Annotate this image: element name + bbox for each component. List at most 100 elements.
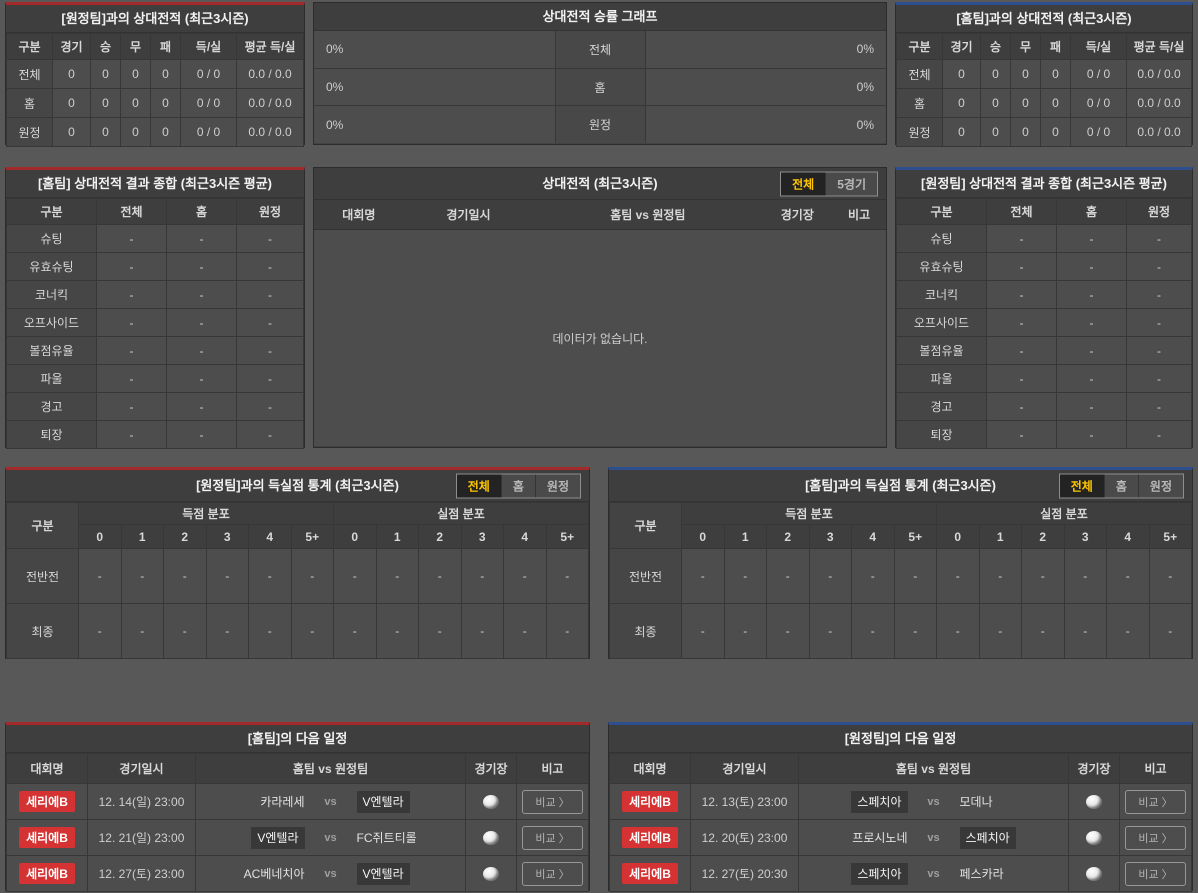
- score-column-header: 4: [851, 524, 895, 549]
- league-cell: 세리에B: [609, 855, 691, 892]
- stat-cell: -: [166, 308, 237, 337]
- match-datetime: 12. 27(토) 20:30: [690, 855, 799, 892]
- stat-cell: 0.0 / 0.0: [236, 117, 304, 147]
- column-header: 승: [980, 33, 1011, 60]
- vs-label: vs: [324, 867, 337, 880]
- panel-title: [원정팀] 상대전적 결과 종합 (최근3시즌 평균): [896, 170, 1192, 198]
- next-schedule-table: 대회명 경기일시 홈팀 vs 원정팀 경기장 비고 세리에B 12. 14(일) 23:00…: [6, 753, 589, 892]
- table-row: 경고 - - -: [6, 392, 304, 421]
- panel-title: [홈팀]과의 득실점 통계 (최근3시즌) 전체 홈 원정: [609, 470, 1192, 502]
- matchup-cell: 스페치아 vs 모데나: [798, 783, 1069, 820]
- goal-stats-filter-tabs: 전체 홈 원정: [455, 473, 581, 498]
- tab-all[interactable]: 전체: [456, 474, 501, 497]
- match-datetime: 12. 20(토) 23:00: [690, 819, 799, 856]
- home-winrate-bar-area: 0%: [314, 68, 556, 106]
- tab-all[interactable]: 전체: [1059, 474, 1104, 497]
- matchup-cell: 프로시노네 vs 스페치아: [798, 819, 1069, 856]
- stat-cell: 0: [1040, 59, 1071, 89]
- column-header: 비고: [516, 753, 589, 784]
- stat-cell: -: [96, 336, 167, 365]
- vs-label: vs: [927, 831, 940, 844]
- tab-home[interactable]: 홈: [500, 474, 535, 497]
- winrate-row: 0% 홈 0%: [314, 68, 886, 107]
- stat-cell: -: [986, 224, 1057, 253]
- stat-cell: -: [460, 548, 504, 604]
- stat-cell: 0: [150, 88, 181, 118]
- home-team-label: 프로시노네: [852, 831, 908, 845]
- stat-cell: -: [986, 252, 1057, 281]
- stat-cell: -: [78, 548, 122, 604]
- table-row: 전체 0 0 0 0 0 / 0 0.0 / 0.0: [896, 59, 1192, 89]
- column-header: 대회명: [609, 753, 691, 784]
- stat-cell: -: [545, 603, 589, 659]
- compare-button[interactable]: 비교 〉: [522, 861, 583, 886]
- stat-cell: -: [545, 548, 589, 604]
- stat-cell: -: [936, 603, 980, 659]
- stat-cell: -: [1148, 548, 1192, 604]
- stat-cell: 0: [52, 117, 91, 147]
- column-header: 경기일시: [87, 753, 196, 784]
- row-label: 경고: [896, 392, 987, 421]
- stat-cell: -: [236, 224, 304, 253]
- stat-cell: -: [166, 364, 237, 393]
- column-header: 홈팀 vs 원정팀: [798, 753, 1069, 784]
- stat-cell: 0.0 / 0.0: [1126, 88, 1192, 118]
- stat-cell: 0 / 0: [1070, 88, 1127, 118]
- table-row: 원정 0 0 0 0 0 / 0 0.0 / 0.0: [6, 117, 304, 147]
- compare-button[interactable]: 비교 〉: [522, 825, 583, 850]
- stat-cell: -: [120, 603, 164, 659]
- schedule-row: 세리에B 12. 13(토) 23:00 스페치아 vs 모데나 비교 〉: [609, 783, 1192, 820]
- table-row: 홈00000 / 0 0.0 / 0.0: [6, 88, 304, 118]
- home-team-name: 스페치아: [800, 863, 908, 885]
- empty-state-message: 데이터가 없습니다.: [314, 230, 886, 446]
- next-schedule-table: 대회명 경기일시 홈팀 vs 원정팀 경기장 비고 세리에B 12. 13(토) 23:00…: [609, 753, 1192, 892]
- row-label: 파울: [6, 364, 97, 393]
- stat-cell: -: [986, 420, 1057, 449]
- stat-cell: -: [166, 420, 237, 449]
- stat-cell: 0: [52, 88, 91, 118]
- matchup-line: AC베네치아 vs V엔텔라: [197, 863, 465, 885]
- league-badge: 세리에B: [622, 827, 678, 848]
- stat-cell: -: [1126, 364, 1192, 393]
- stat-cell: -: [978, 603, 1022, 659]
- column-header: 전체: [986, 198, 1057, 225]
- compare-button[interactable]: 비교 〉: [1125, 861, 1186, 886]
- column-header: 원정: [236, 198, 304, 225]
- compare-button[interactable]: 비교 〉: [522, 789, 583, 814]
- schedule-row: 세리에B 12. 20(토) 23:00 프로시노네 vs 스페치아 비교 〉: [609, 819, 1192, 856]
- compare-button[interactable]: 비교 〉: [1125, 789, 1186, 814]
- result-summary-table: 구분 전체 홈 원정 슈팅 - - - 유효슈팅 - - - 코너킥 - - - 오프사이드 - - - 볼점유율 - - -…: [6, 198, 304, 449]
- score-column-header: 0: [78, 524, 122, 549]
- stat-cell: 0 / 0: [1070, 59, 1127, 89]
- stat-cell: -: [681, 548, 725, 604]
- tab-away[interactable]: 원정: [534, 474, 580, 497]
- tab-away[interactable]: 원정: [1137, 474, 1183, 497]
- panel-title: [홈팀]의 다음 일정: [6, 725, 589, 753]
- column-header: 구분: [896, 198, 987, 225]
- league-cell: 세리에B: [609, 819, 691, 856]
- stat-cell: -: [1126, 336, 1192, 365]
- stat-cell: -: [503, 548, 547, 604]
- column-header: 득/실: [180, 33, 237, 60]
- table-row: 퇴장 - - -: [6, 420, 304, 449]
- tab-last5[interactable]: 5경기: [825, 172, 877, 195]
- league-cell: 세리에B: [6, 783, 88, 820]
- matchup-line: 스페치아 vs 페스카라: [800, 863, 1068, 885]
- match-datetime: 12. 21(일) 23:00: [87, 819, 196, 856]
- score-column-header: 4: [1106, 524, 1150, 549]
- stat-cell: 0: [120, 88, 151, 118]
- column-header: 대회명: [342, 208, 376, 222]
- stat-cell: -: [248, 603, 292, 659]
- table-row: 유효슈팅 - - -: [6, 252, 304, 281]
- stat-cell: 0: [980, 59, 1011, 89]
- stat-cell: -: [986, 280, 1057, 309]
- stat-cell: -: [236, 280, 304, 309]
- h2h-record-table: 구분 경기 승 무 패 득/실 평균 득/실 전체 0 0 0 0 0 / 0 0.0 / 0.0 홈 0 0 0…: [6, 33, 304, 147]
- compare-button[interactable]: 비교 〉: [1125, 825, 1186, 850]
- tab-home[interactable]: 홈: [1103, 474, 1138, 497]
- panel-away-result-summary: [원정팀] 상대전적 결과 종합 (최근3시즌 평균) 구분 전체 홈 원정 슈팅 - - -…: [895, 167, 1193, 449]
- matchup-cell: 카라레세 vs V엔텔라: [195, 783, 466, 820]
- panel-away-h2h-record: [원정팀]과의 상대전적 (최근3시즌) 구분 경기 승 무 패 득/실 평균 득/실 전체 0…: [5, 2, 305, 147]
- column-header: 경기: [52, 33, 91, 60]
- tab-all[interactable]: 전체: [781, 172, 826, 195]
